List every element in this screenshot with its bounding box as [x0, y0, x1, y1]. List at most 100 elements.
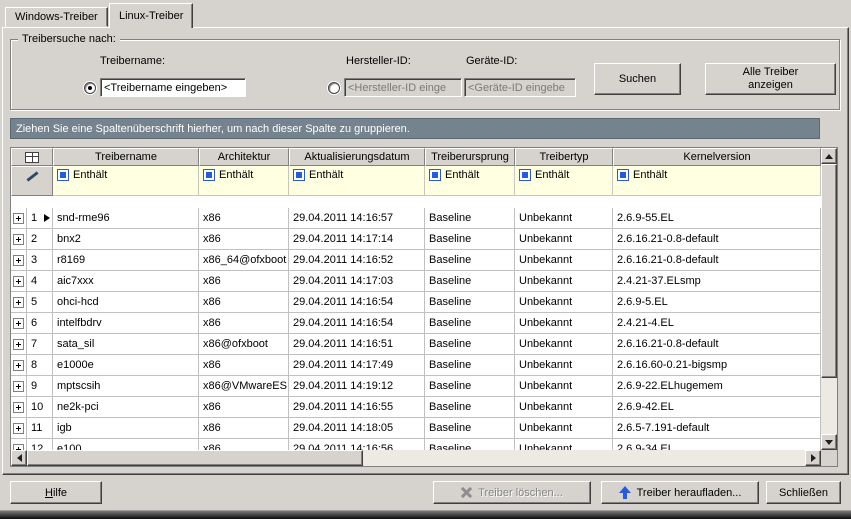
row-expand-cell[interactable]	[11, 334, 27, 355]
tab-label: Windows-Treiber	[15, 11, 98, 23]
expand-plus-icon[interactable]	[13, 339, 24, 350]
expand-plus-icon[interactable]	[13, 234, 24, 245]
current-row-arrow-icon	[44, 214, 50, 222]
table-row[interactable]: 6 intelfbdrv x86 29.04.2011 14:16:54 Bas…	[11, 313, 821, 334]
cell-treibertyp: Unbekannt	[515, 418, 613, 439]
horizontal-scrollbar[interactable]	[11, 450, 821, 466]
hersteller-id-input[interactable]	[344, 78, 462, 97]
cell-kernelversion: 2.6.9-42.EL	[613, 397, 821, 418]
column-header-treiberursprung[interactable]: Treiberursprung	[425, 148, 515, 166]
table-row[interactable]: 9 mptscsih x86@VMwareES 29.04.2011 14:19…	[11, 376, 821, 397]
scroll-left-button[interactable]	[11, 450, 27, 466]
table-row[interactable]: 4 aic7xxx x86 29.04.2011 14:17:03 Baseli…	[11, 271, 821, 292]
row-expand-cell[interactable]	[11, 271, 27, 292]
row-number-cell: 11	[27, 418, 53, 439]
filter-condition-icon[interactable]	[617, 169, 629, 181]
tab-windows-treiber[interactable]: Windows-Treiber	[5, 7, 108, 27]
expand-plus-icon[interactable]	[13, 318, 24, 329]
column-header-aktualisierungsdatum[interactable]: Aktualisierungsdatum	[289, 148, 425, 166]
row-expand-cell[interactable]	[11, 229, 27, 250]
cell-treibername: e1000e	[53, 355, 199, 376]
button-label: Treiber heraufladen...	[637, 487, 742, 499]
cell-treibertyp: Unbekannt	[515, 376, 613, 397]
row-expand-cell[interactable]	[11, 439, 27, 450]
expand-plus-icon[interactable]	[13, 255, 24, 266]
expand-plus-icon[interactable]	[13, 297, 24, 308]
scroll-right-button[interactable]	[805, 450, 821, 466]
button-label: Alle Treiber anzeigen	[726, 66, 816, 92]
treiber-heraufladen-button[interactable]: Treiber heraufladen...	[601, 481, 759, 504]
filter-cell-treiberursprung[interactable]: Enthält	[425, 166, 515, 196]
table-row[interactable]: 1 snd-rme96 x86 29.04.2011 14:16:57 Base…	[11, 208, 821, 229]
vertical-scrollbar[interactable]	[821, 148, 837, 450]
row-expand-cell[interactable]	[11, 418, 27, 439]
filter-condition-icon[interactable]	[293, 169, 305, 181]
cell-treibername: sata_sil	[53, 334, 199, 355]
treibername-radio[interactable]	[84, 82, 96, 94]
row-number-cell: 3	[27, 250, 53, 271]
expand-plus-icon[interactable]	[13, 402, 24, 413]
expand-plus-icon[interactable]	[13, 381, 24, 392]
row-expand-cell[interactable]	[11, 397, 27, 418]
row-expand-cell[interactable]	[11, 355, 27, 376]
column-header-treibertyp[interactable]: Treibertyp	[515, 148, 613, 166]
column-header-kernelversion[interactable]: Kernelversion	[613, 148, 821, 166]
row-expand-cell[interactable]	[11, 313, 27, 334]
column-header-architektur[interactable]: Architektur	[199, 148, 289, 166]
filter-cell-kernelversion[interactable]: Enthält	[613, 166, 821, 196]
row-number: 2	[31, 233, 37, 245]
table-row[interactable]: 10 ne2k-pci x86 29.04.2011 14:16:55 Base…	[11, 397, 821, 418]
row-number: 10	[31, 401, 43, 413]
expand-plus-icon[interactable]	[13, 423, 24, 434]
cell-kernelversion: 2.6.16.21-0.8-default	[613, 229, 821, 250]
driver-grid: Treibername Architektur Aktualisierungsd…	[10, 147, 838, 467]
group-by-bar[interactable]: Ziehen Sie eine Spaltenüberschrift hierh…	[10, 118, 820, 139]
cell-architektur: x86	[199, 439, 289, 450]
row-expand-cell[interactable]	[11, 376, 27, 397]
table-row[interactable]: 5 ohci-hcd x86 29.04.2011 14:16:54 Basel…	[11, 292, 821, 313]
filter-cell-treibername[interactable]: Enthält	[53, 166, 199, 196]
column-chooser-icon[interactable]	[25, 152, 39, 163]
suchen-button[interactable]: Suchen	[594, 63, 681, 95]
row-expand-cell[interactable]	[11, 208, 27, 229]
cell-aktualisierungsdatum: 29.04.2011 14:17:49	[289, 355, 425, 376]
expand-plus-icon[interactable]	[13, 276, 24, 287]
table-row[interactable]: 3 r8169 x86_64@ofxboot 29.04.2011 14:16:…	[11, 250, 821, 271]
treiber-loeschen-button[interactable]: Treiber löschen...	[433, 481, 591, 504]
scroll-down-button[interactable]	[821, 434, 837, 450]
table-row[interactable]: 7 sata_sil x86@ofxboot 29.04.2011 14:16:…	[11, 334, 821, 355]
expand-plus-icon[interactable]	[13, 360, 24, 371]
hersteller-id-label: Hersteller-ID:	[346, 55, 411, 67]
row-number-cell: 5	[27, 292, 53, 313]
alle-treiber-anzeigen-button[interactable]: Alle Treiber anzeigen	[705, 63, 836, 95]
filter-cell-aktualisierungsdatum[interactable]: Enthält	[289, 166, 425, 196]
filter-condition-icon[interactable]	[57, 169, 69, 181]
tab-linux-treiber[interactable]: Linux-Treiber	[109, 3, 193, 28]
row-expand-cell[interactable]	[11, 292, 27, 313]
table-row[interactable]: 12 e100 x86 29.04.2011 14:16:56 Baseline…	[11, 439, 821, 450]
grid-filter-row: Enthält Enthält Enthält Enthält Enthält …	[11, 166, 821, 196]
row-expand-cell[interactable]	[11, 250, 27, 271]
filter-condition-icon[interactable]	[519, 169, 531, 181]
cell-architektur: x86	[199, 397, 289, 418]
filter-cell-treibertyp[interactable]: Enthält	[515, 166, 613, 196]
expand-plus-icon[interactable]	[13, 213, 24, 224]
schliessen-button[interactable]: Schließen	[766, 481, 841, 504]
delete-x-icon	[461, 487, 472, 498]
scroll-up-button[interactable]	[821, 148, 837, 164]
id-search-radio[interactable]	[328, 82, 340, 94]
scrollbar-corner	[821, 450, 837, 466]
table-row[interactable]: 2 bnx2 x86 29.04.2011 14:17:14 Baseline …	[11, 229, 821, 250]
table-row[interactable]: 11 igb x86 29.04.2011 14:18:05 Baseline …	[11, 418, 821, 439]
filter-condition-icon[interactable]	[203, 169, 215, 181]
vertical-scrollbar-thumb[interactable]	[821, 164, 837, 378]
filter-condition-icon[interactable]	[429, 169, 441, 181]
table-row[interactable]: 8 e1000e x86 29.04.2011 14:17:49 Baselin…	[11, 355, 821, 376]
hilfe-button[interactable]: Hilfe	[10, 481, 102, 504]
horizontal-scrollbar-thumb[interactable]	[27, 450, 363, 466]
filter-corner-cell[interactable]	[11, 166, 53, 196]
column-header-treibername[interactable]: Treibername	[53, 148, 199, 166]
treibername-input[interactable]	[100, 78, 246, 97]
geraete-id-input[interactable]	[464, 78, 576, 97]
filter-cell-architektur[interactable]: Enthält	[199, 166, 289, 196]
